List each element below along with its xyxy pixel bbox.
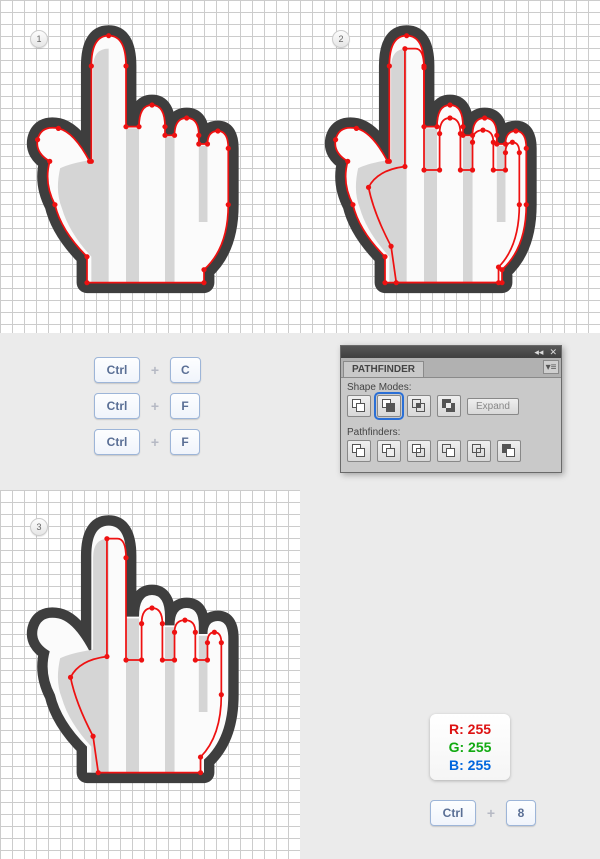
step-badge-3: 3 (30, 518, 48, 536)
shape-modes-label: Shape Modes: (341, 378, 561, 395)
artwork-hand-step1[interactable] (22, 10, 282, 330)
pathfinders-label: Pathfinders: (341, 423, 561, 440)
key-8: 8 (506, 800, 536, 826)
rgb-b-value: 255 (468, 757, 491, 773)
key-f: F (170, 393, 200, 419)
plus-icon: + (148, 363, 162, 377)
pathfinder-crop[interactable] (437, 440, 461, 462)
shortcut-bottom: Ctrl + 8 (430, 800, 536, 826)
key-c: C (170, 357, 201, 383)
collapse-icon[interactable]: ◂◂ (534, 348, 543, 357)
shape-mode-unite[interactable] (347, 395, 371, 417)
pathfinder-minus-back[interactable] (497, 440, 521, 462)
shortcut-list: Ctrl + C Ctrl + F Ctrl + F (94, 357, 234, 465)
plus-icon: + (148, 435, 162, 449)
rgb-r-value: 255 (468, 721, 491, 737)
panel-menu-button[interactable]: ▾≡ (543, 360, 559, 374)
artwork-hand-step3[interactable] (22, 500, 282, 820)
pathfinder-trim[interactable] (377, 440, 401, 462)
key-ctrl: Ctrl (94, 393, 140, 419)
panel-titlebar[interactable]: ◂◂ ✕ (341, 346, 561, 358)
rgb-g-label: G: (449, 739, 465, 755)
step-badge-1: 1 (30, 30, 48, 48)
rgb-r-label: R: (449, 721, 464, 737)
pathfinders-row (341, 440, 561, 472)
rgb-g-value: 255 (468, 739, 491, 755)
shortcut-row: Ctrl + C (94, 357, 234, 383)
color-rgb-readout: R: 255 G: 255 B: 255 (430, 714, 510, 780)
key-ctrl: Ctrl (94, 429, 140, 455)
shape-mode-minus-front[interactable] (377, 395, 401, 417)
shape-mode-intersect[interactable] (407, 395, 431, 417)
close-icon[interactable]: ✕ (549, 348, 557, 357)
key-f: F (170, 429, 200, 455)
shape-mode-exclude[interactable] (437, 395, 461, 417)
rgb-b-label: B: (449, 757, 464, 773)
plus-icon: + (148, 399, 162, 413)
pathfinder-divide[interactable] (347, 440, 371, 462)
key-ctrl: Ctrl (430, 800, 476, 826)
key-ctrl: Ctrl (94, 357, 140, 383)
step-badge-2: 2 (332, 30, 350, 48)
plus-icon: + (484, 806, 498, 820)
panel-tab-pathfinder[interactable]: PATHFINDER (343, 361, 424, 377)
artwork-hand-step2[interactable] (320, 10, 580, 330)
menu-icon: ▾≡ (546, 362, 557, 373)
pathfinder-outline[interactable] (467, 440, 491, 462)
rgb-b-row: B: 255 (449, 756, 491, 774)
shortcut-row: Ctrl + F (94, 393, 234, 419)
rgb-r-row: R: 255 (449, 720, 491, 738)
shape-modes-row: Expand (341, 395, 561, 423)
rgb-g-row: G: 255 (449, 738, 492, 756)
shortcut-row: Ctrl + F (94, 429, 234, 455)
panel-tab-row: PATHFINDER ▾≡ (341, 358, 561, 378)
pathfinder-panel[interactable]: ◂◂ ✕ PATHFINDER ▾≡ Shape Modes: Expand P… (340, 345, 562, 473)
pathfinder-merge[interactable] (407, 440, 431, 462)
expand-button[interactable]: Expand (467, 398, 519, 415)
